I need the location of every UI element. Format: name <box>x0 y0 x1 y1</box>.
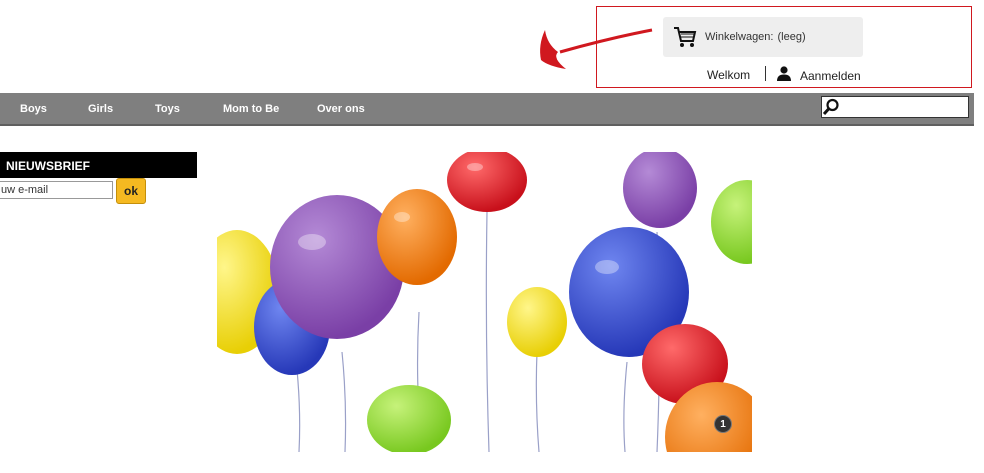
nav-item-boys[interactable]: Boys <box>20 103 47 115</box>
shopping-cart-icon <box>673 25 697 49</box>
slider-pager-dot[interactable]: 1 <box>714 415 732 433</box>
main-nav: Boys Girls Toys Mom to Be Over ons <box>0 93 984 126</box>
nav-item-over-ons[interactable]: Over ons <box>317 103 365 115</box>
cart-label: Winkelwagen: <box>705 31 774 43</box>
welcome-text: Welkom <box>707 68 751 82</box>
nav-item-mom-to-be[interactable]: Mom to Be <box>223 103 279 115</box>
login-link[interactable]: Aanmelden <box>776 66 861 86</box>
search-input[interactable] <box>840 98 984 116</box>
user-icon <box>776 66 792 86</box>
newsletter-title: NIEUWSBRIEF <box>0 152 197 178</box>
login-label: Aanmelden <box>800 69 861 83</box>
divider <box>765 66 766 81</box>
cart-status: (leeg) <box>777 31 806 43</box>
newsletter-ok-button[interactable]: ok <box>116 178 146 204</box>
magnifier-icon[interactable] <box>822 97 840 117</box>
banner-image <box>217 152 752 452</box>
newsletter-email-field[interactable] <box>0 181 113 199</box>
cart-button[interactable]: Winkelwagen: (leeg) <box>663 17 863 57</box>
nav-item-girls[interactable]: Girls <box>88 103 113 115</box>
search-box <box>821 96 984 118</box>
nav-item-toys[interactable]: Toys <box>155 103 180 115</box>
